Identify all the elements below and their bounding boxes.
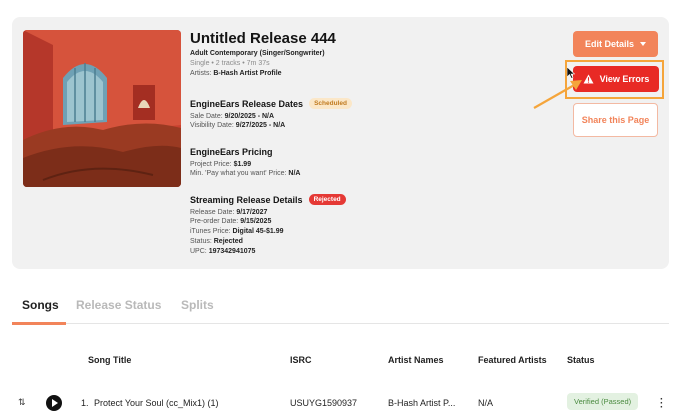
pricing-heading: EngineEars Pricing: [190, 147, 273, 157]
play-icon[interactable]: [46, 395, 62, 411]
status-value: Rejected: [213, 238, 243, 245]
release-dates-heading: EngineEars Release Dates Scheduled: [190, 98, 352, 109]
active-tab-indicator: [12, 322, 66, 325]
preorder-value: 9/15/2025: [240, 218, 272, 225]
upc-value: 197342941075: [208, 248, 256, 255]
streaming-status: Status: Rejected: [190, 238, 243, 245]
release-dates-title: EngineEars Release Dates: [190, 98, 304, 109]
sale-date-label: Sale Date:: [190, 113, 223, 120]
release-meta: Single • 2 tracks • 7m 37s: [190, 60, 270, 67]
caret-down-icon: [640, 42, 646, 46]
project-price: Project Price: $1.99: [190, 161, 251, 168]
itunes-price: iTunes Price: Digital 45-$1.99: [190, 228, 284, 235]
col-isrc: ISRC: [290, 355, 312, 365]
preorder-date: Pre-order Date: 9/15/2025: [190, 218, 271, 225]
sale-date-value: 9/20/2025 - N/A: [224, 113, 275, 120]
track-number: 1.: [81, 398, 89, 408]
min-price: Min. 'Pay what you want' Price: N/A: [190, 170, 300, 177]
itunes-value: Digital 45-$1.99: [232, 228, 284, 235]
edit-details-button[interactable]: Edit Details: [573, 31, 658, 57]
min-price-label: Min. 'Pay what you want' Price:: [190, 170, 287, 177]
view-errors-label: View Errors: [599, 74, 650, 84]
release-artists: Artists: B-Hash Artist Profile: [190, 70, 282, 77]
artists-label: Artists:: [190, 70, 212, 77]
artists-value: B-Hash Artist Profile: [213, 70, 282, 77]
itunes-label: iTunes Price:: [190, 228, 231, 235]
project-price-label: Project Price:: [190, 161, 232, 168]
tab-splits[interactable]: Splits: [181, 298, 214, 312]
col-artist-names: Artist Names: [388, 355, 444, 365]
release-title: Untitled Release 444: [190, 30, 336, 47]
edit-details-label: Edit Details: [584, 39, 634, 49]
project-price-value: $1.99: [233, 161, 252, 168]
status-label: Status:: [190, 238, 212, 245]
upc: UPC: 197342941075: [190, 248, 255, 255]
more-vertical-icon[interactable]: · · ·: [660, 395, 663, 413]
rejected-badge: Rejected: [308, 194, 346, 205]
arrow-annotation-icon: [533, 80, 582, 109]
album-cover: [23, 30, 181, 187]
table-row: ⇅ 1. Protect Your Soul (cc_Mix1) (1) USU…: [12, 389, 669, 417]
col-status: Status: [567, 355, 595, 365]
sale-date: Sale Date: 9/20/2025 - N/A: [190, 113, 274, 120]
isrc-value: USUYG1590937: [290, 398, 358, 408]
visibility-date-value: 9/27/2025 - N/A: [235, 122, 286, 129]
streaming-release-value: 9/17/2027: [236, 209, 268, 216]
release-genre: Adult Contemporary (Singer/Songwriter): [190, 50, 325, 57]
col-featured-artists: Featured Artists: [478, 355, 547, 365]
streaming-release-label: Release Date:: [190, 209, 235, 216]
album-cover-art: [23, 30, 181, 187]
tab-bar: Songs Release Status Splits: [12, 298, 669, 325]
upc-label: UPC:: [190, 248, 207, 255]
streaming-release-date: Release Date: 9/17/2027: [190, 209, 267, 216]
min-price-value: N/A: [288, 170, 301, 177]
song-title[interactable]: Protect Your Soul (cc_Mix1) (1): [94, 398, 219, 408]
streaming-title: Streaming Release Details: [190, 194, 303, 205]
preorder-label: Pre-order Date:: [190, 218, 239, 225]
visibility-date-label: Visibility Date:: [190, 122, 234, 129]
scheduled-badge: Scheduled: [309, 98, 352, 109]
streaming-heading: Streaming Release Details Rejected: [190, 194, 346, 205]
pricing-title: EngineEars Pricing: [190, 147, 273, 157]
sort-icon[interactable]: ⇅: [18, 397, 26, 408]
status-badge: Verified (Passed): [567, 393, 639, 410]
tab-release-status[interactable]: Release Status: [76, 298, 161, 312]
share-page-label: Share this Page: [581, 115, 650, 125]
artist-names-value: B-Hash Artist P...: [388, 398, 456, 408]
cursor-icon: [567, 67, 575, 79]
featured-artists-value: N/A: [478, 398, 494, 408]
col-song-title: Song Title: [88, 355, 132, 365]
tab-songs[interactable]: Songs: [22, 298, 59, 312]
visibility-date: Visibility Date: 9/27/2025 - N/A: [190, 122, 285, 129]
